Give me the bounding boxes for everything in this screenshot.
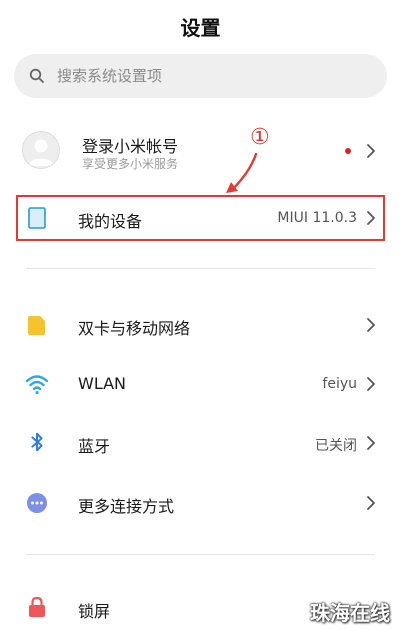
search-icon xyxy=(29,68,44,83)
wifi-icon xyxy=(25,375,49,395)
my-device-value: MIUI 11.0.3 xyxy=(277,210,357,226)
my-device-row[interactable]: 我的设备 MIUI 11.0.3 xyxy=(0,197,401,239)
section-divider xyxy=(26,554,375,555)
chevron-right-icon xyxy=(367,436,375,450)
annotation-arrow-icon xyxy=(226,152,258,193)
wlan-label: WLAN xyxy=(78,374,127,393)
lock-screen-label: 锁屏 xyxy=(78,602,111,621)
lock-icon xyxy=(29,596,45,617)
page-title: 设置 xyxy=(180,16,221,40)
bluetooth-row[interactable]: 蓝牙 已关闭 xyxy=(0,420,401,466)
sim-network-row[interactable]: 双卡与移动网络 xyxy=(0,302,401,348)
avatar-placeholder-icon xyxy=(28,139,54,166)
chevron-right-icon xyxy=(367,211,375,225)
more-connections-icon xyxy=(27,493,47,513)
wlan-value: feiyu xyxy=(322,376,357,392)
my-device-label: 我的设备 xyxy=(78,212,143,231)
annotation-marker: ① xyxy=(250,125,270,150)
chevron-right-icon xyxy=(367,496,375,510)
more-connections-label: 更多连接方式 xyxy=(78,497,175,516)
account-name: 登录小米帐号 xyxy=(82,137,179,156)
chevron-right-icon xyxy=(367,318,375,332)
sim-network-label: 双卡与移动网络 xyxy=(78,319,191,338)
bluetooth-icon xyxy=(31,432,43,452)
account-subtitle: 享受更多小米服务 xyxy=(82,157,179,171)
phone-device-icon xyxy=(28,207,46,229)
search-input[interactable]: 搜索系统设置项 xyxy=(57,65,162,86)
account-row[interactable] xyxy=(0,120,401,180)
more-connections-row[interactable]: 更多连接方式 xyxy=(0,480,401,526)
watermark: 珠海在线 xyxy=(310,601,390,625)
bluetooth-label: 蓝牙 xyxy=(78,437,111,456)
search-bar[interactable]: 搜索系统设置项 xyxy=(14,54,387,98)
section-divider xyxy=(26,268,375,269)
avatar xyxy=(22,131,60,169)
sim-card-icon xyxy=(28,316,45,335)
chevron-right-icon xyxy=(367,144,375,158)
notification-dot xyxy=(345,148,351,154)
wlan-row[interactable]: WLAN feiyu xyxy=(0,361,401,407)
bluetooth-value: 已关闭 xyxy=(315,438,357,454)
chevron-right-icon xyxy=(367,377,375,391)
